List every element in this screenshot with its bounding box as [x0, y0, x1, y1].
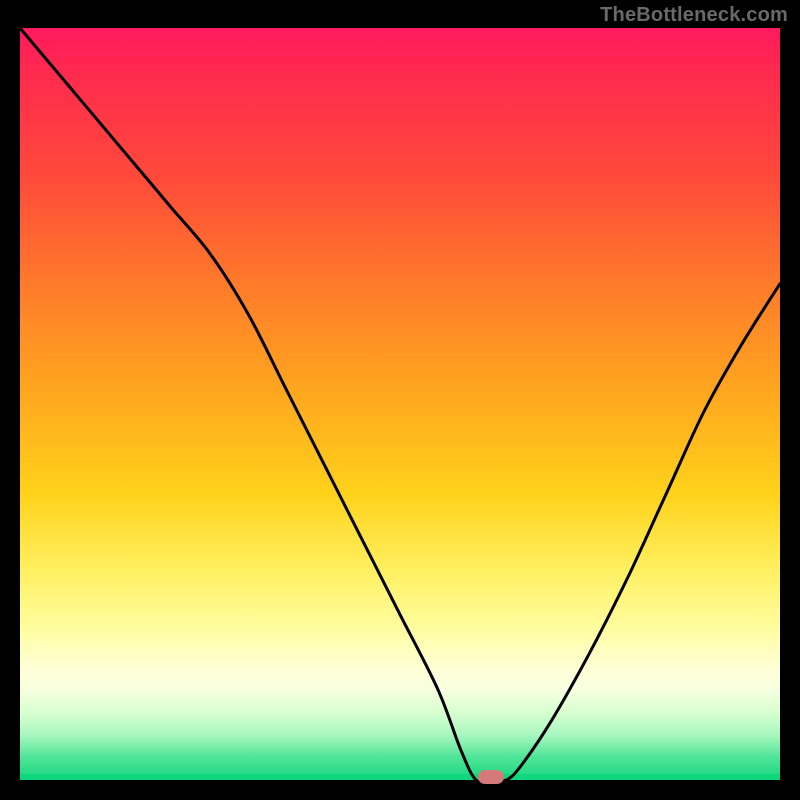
- plot-outer: [20, 28, 780, 780]
- chart-frame: TheBottleneck.com: [0, 0, 800, 800]
- curve-layer: [20, 28, 780, 780]
- watermark-text: TheBottleneck.com: [600, 4, 788, 27]
- bottleneck-curve: [20, 28, 780, 780]
- optimal-point-marker: [478, 770, 504, 784]
